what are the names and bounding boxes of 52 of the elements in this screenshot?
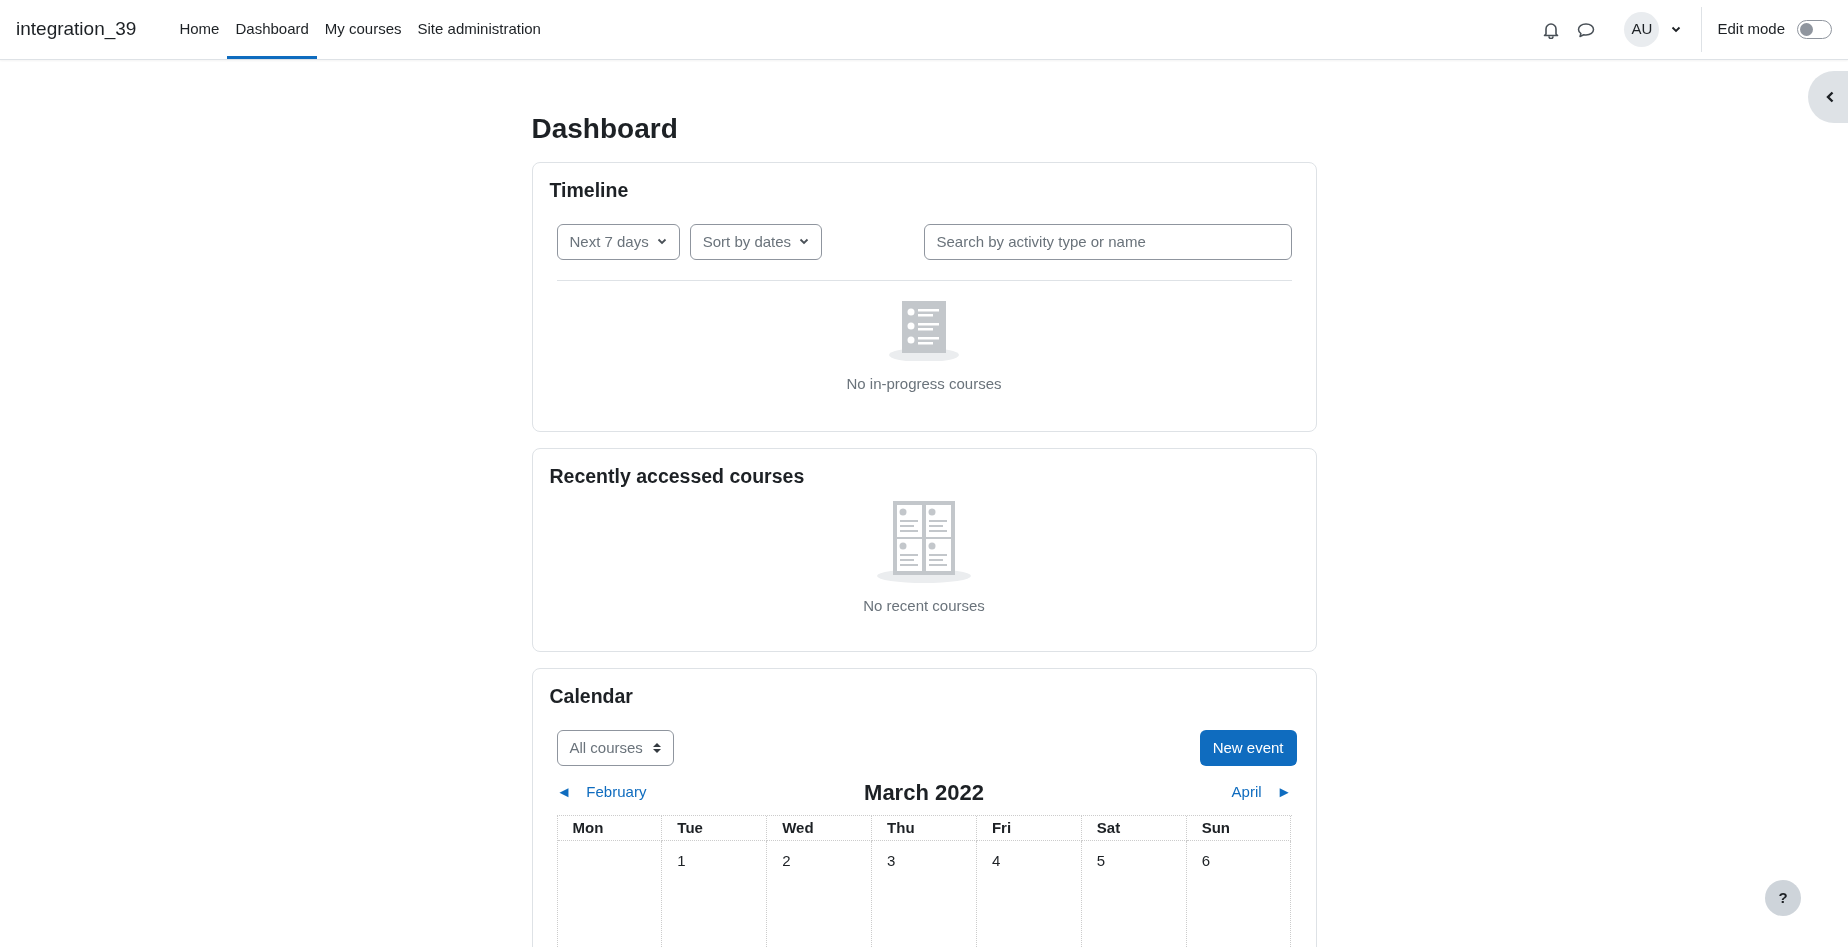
- weekday-header: Wed: [767, 815, 873, 841]
- card-title: Calendar: [549, 685, 634, 709]
- chevron-down-icon: [799, 238, 810, 246]
- card-title: Timeline: [549, 178, 630, 202]
- card-title: Recently accessed courses: [549, 465, 806, 489]
- weekday-header: Sat: [1081, 815, 1187, 841]
- nav-tab[interactable]: My courses: [316, 0, 410, 59]
- site-name[interactable]: integration_39: [16, 15, 137, 44]
- weekday-header: Mon: [557, 815, 663, 841]
- course-grid-icon: [877, 500, 971, 583]
- calendar-day-cell[interactable]: 2: [767, 840, 873, 947]
- calendar-day-cell[interactable]: 1: [662, 840, 768, 947]
- nav-tab[interactable]: Site administration: [409, 0, 549, 59]
- new-event-button[interactable]: New event: [1199, 729, 1297, 766]
- caret-icon: [1671, 26, 1682, 33]
- weekday-header: Fri: [976, 815, 1082, 841]
- calendar-day-cell[interactable]: 6: [1186, 840, 1292, 947]
- bell-icon[interactable]: [1543, 20, 1560, 39]
- help-button[interactable]: ?: [1765, 880, 1801, 916]
- day-number: 2: [782, 851, 791, 869]
- nav-tab[interactable]: Dashboard: [227, 0, 317, 59]
- sort-arrows-icon: [652, 741, 661, 754]
- day-number: 3: [887, 851, 896, 869]
- next-month-link[interactable]: April ►: [1161, 781, 1292, 804]
- chat-bubble-icon[interactable]: [1577, 21, 1596, 38]
- edit-mode-switch[interactable]: [1797, 20, 1832, 39]
- empty-message: No in-progress courses: [846, 374, 1002, 394]
- day-number: 4: [991, 851, 1001, 869]
- weekday-header: Tue: [662, 815, 768, 841]
- weekday-header: Sun: [1186, 815, 1292, 841]
- empty-message: No recent courses: [863, 595, 985, 616]
- chevron-left-icon: [1826, 91, 1834, 103]
- nav-tab[interactable]: Home: [171, 0, 228, 59]
- page-title: Dashboard: [531, 112, 679, 146]
- previous-month-link[interactable]: ◄ February: [556, 781, 687, 804]
- day-number: 6: [1201, 851, 1210, 869]
- chevron-down-icon: [656, 238, 667, 246]
- calendar-day-cell[interactable]: 3: [872, 840, 977, 947]
- user-avatar[interactable]: AU: [1624, 12, 1660, 47]
- edit-mode-label: Edit mode: [1717, 19, 1785, 40]
- filter-dropdown[interactable]: Sort by dates: [689, 224, 823, 260]
- empty-list-icon: [889, 301, 959, 361]
- search-field[interactable]: Search by activity type or name: [923, 224, 1292, 260]
- filter-dropdown[interactable]: Next 7 days: [556, 224, 680, 260]
- weekday-header: Thu: [872, 815, 977, 841]
- month-title: March 2022: [864, 778, 984, 807]
- day-number: 1: [677, 851, 686, 869]
- day-number: 5: [1096, 851, 1106, 869]
- calendar-day-cell[interactable]: 4: [976, 840, 1082, 947]
- drawer-toggle-button[interactable]: [1808, 71, 1848, 123]
- calendar-day-cell[interactable]: 5: [1081, 840, 1187, 947]
- course-select[interactable]: All courses: [556, 729, 674, 766]
